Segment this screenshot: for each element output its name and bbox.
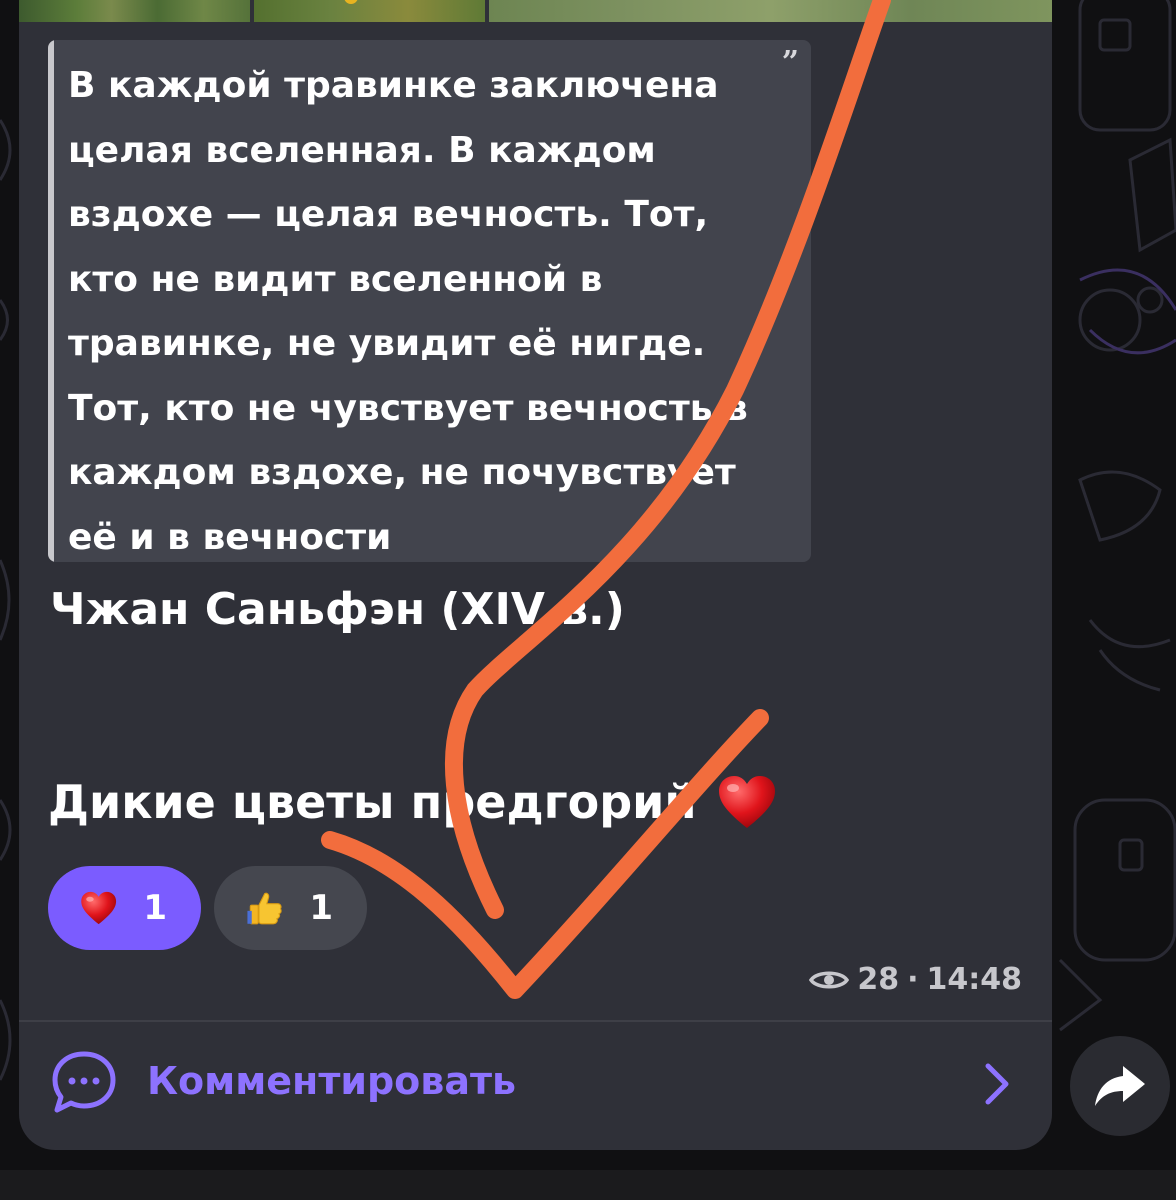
quote-mark-icon: ” xyxy=(781,45,799,80)
reactions-bar: 1 1 xyxy=(48,866,367,950)
reaction-heart[interactable]: 1 xyxy=(48,866,201,950)
chat-bubble-icon xyxy=(52,1051,116,1113)
post-photo[interactable] xyxy=(19,0,251,22)
red-heart-emoji-icon xyxy=(81,891,117,925)
bottom-bar xyxy=(0,1170,1176,1200)
reaction-thumbs-up[interactable]: 1 xyxy=(214,866,367,950)
post-meta: 28 · 14:48 xyxy=(809,962,1022,997)
caption-text: Дикие цветы предгорий xyxy=(48,775,697,829)
blockquote: ” В каждой травинке заключена целая всел… xyxy=(48,40,811,562)
quote-line: каждом вздохе, не почувствует xyxy=(68,452,736,493)
quote-line: её и в вечности xyxy=(68,516,392,558)
share-button[interactable] xyxy=(1070,1036,1170,1136)
eye-icon xyxy=(809,971,850,988)
view-count: 28 xyxy=(857,962,900,997)
post-photo[interactable] xyxy=(254,0,486,22)
red-heart-emoji-icon xyxy=(718,776,775,828)
meta-separator: · xyxy=(907,962,919,997)
quote-text: В каждой травинке заключена целая вселен… xyxy=(68,54,778,562)
quote-line: Тот, кто не чувствует вечность в xyxy=(68,387,748,429)
share-arrow-icon xyxy=(1095,1066,1145,1106)
quote-line: целая вселенная. В каждом xyxy=(68,129,656,171)
post-caption: Дикие цветы предгорий xyxy=(48,772,777,832)
post-time: 14:48 xyxy=(926,962,1023,997)
comment-button[interactable]: Комментировать xyxy=(19,1022,1052,1150)
quote-author: Чжан Саньфэн (XIV в.) xyxy=(50,584,625,635)
quote-line: травинке, не увидит её нигде. xyxy=(68,323,706,364)
quote-accent-bar xyxy=(48,40,54,562)
thumbs-up-emoji-icon xyxy=(247,892,282,925)
chevron-right-icon xyxy=(985,1063,1009,1105)
post-photo-album[interactable] xyxy=(19,0,1052,22)
reaction-count: 1 xyxy=(309,888,333,928)
quote-line: кто не видит вселенной в xyxy=(68,258,603,300)
comment-label: Комментировать xyxy=(147,1059,517,1103)
post-photo[interactable] xyxy=(489,0,1052,22)
quote-line: вздохе — целая вечность. Тот, xyxy=(68,194,709,235)
reaction-count: 1 xyxy=(143,888,167,928)
channel-post-bubble: ” В каждой травинке заключена целая всел… xyxy=(19,0,1052,1150)
quote-line: В каждой травинке заключена xyxy=(68,65,719,106)
